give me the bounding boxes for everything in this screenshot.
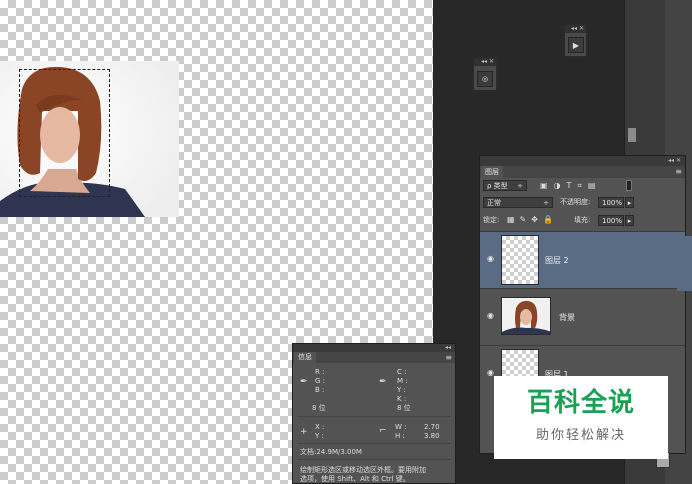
divider xyxy=(297,459,451,460)
background-panel-sliver xyxy=(677,236,692,291)
document-size: 文档:24.9M/3.00M xyxy=(300,448,362,456)
layer-filter-icons[interactable]: ▣◑T⌗▤ xyxy=(540,180,640,191)
panel-header: ◂◂ xyxy=(293,344,455,352)
layer-row[interactable]: ◉ 背景 xyxy=(480,288,685,345)
eyedropper-icon: ✒ xyxy=(379,377,387,387)
layer-thumbnail xyxy=(501,297,551,335)
chevron-updown-icon: ÷ xyxy=(543,199,549,207)
info-y-coord-label: Y : xyxy=(315,432,324,440)
info-c-label: C : xyxy=(397,368,407,376)
layer-row[interactable]: ◉ 图层 2 xyxy=(480,231,685,288)
fill-input[interactable]: 100% xyxy=(598,215,624,226)
dock-scrollbar[interactable] xyxy=(628,128,636,142)
chevron-updown-icon: ÷ xyxy=(517,182,523,190)
lock-label: 锁定: xyxy=(483,216,500,224)
watermark-title: 百科全说 xyxy=(526,388,635,418)
panel-tab-bar: 图层 ≡ xyxy=(480,166,685,178)
panel-collapse-icon[interactable]: ◂◂ ✕ xyxy=(565,25,586,33)
info-y-label: Y : xyxy=(397,386,406,394)
opacity-input[interactable]: 100% xyxy=(598,197,624,208)
lock-icons[interactable]: ▦✎✥🔒 xyxy=(507,215,567,225)
fill-label: 填充: xyxy=(574,216,591,224)
play-icon[interactable]: ▶ xyxy=(568,37,584,53)
layer-filter-select[interactable]: ρ 类型 ÷ xyxy=(483,180,527,191)
tool-hint-line2: 选项，使用 Shift、Alt 和 Ctrl 键。 xyxy=(300,475,410,483)
info-w-label: W : xyxy=(395,423,407,431)
portrait-thumbnail-image xyxy=(502,300,550,334)
collapsed-actions-panel[interactable]: ◂◂ ✕ ▶ xyxy=(564,24,587,57)
blend-mode-value: 正常 xyxy=(487,199,501,207)
eye-icon[interactable]: ◉ xyxy=(487,312,497,320)
properties-icon[interactable]: ◎ xyxy=(477,71,493,87)
crosshair-icon: + xyxy=(300,427,308,437)
tab-layers[interactable]: 图层 xyxy=(481,166,503,178)
divider xyxy=(297,416,451,417)
info-m-label: M : xyxy=(397,377,408,385)
filter-toggle-switch[interactable] xyxy=(626,180,632,191)
info-h-value: 3.80 xyxy=(424,432,440,440)
blend-mode-select[interactable]: 正常 ÷ xyxy=(483,197,553,208)
layer-name[interactable]: 背景 xyxy=(559,312,575,323)
info-b-label: B : xyxy=(315,386,325,394)
info-r-label: R : xyxy=(315,368,325,376)
info-bit-depth-right: 8 位 xyxy=(397,404,411,412)
tab-info[interactable]: 信息 xyxy=(294,352,316,363)
tool-hint-line1: 绘制矩形选区或移动选区外框。要用附加 xyxy=(300,466,426,474)
panel-menu-icon[interactable]: ≡ xyxy=(445,353,452,362)
info-panel: ◂◂ 信息 ≡ ✒ R : G : B : 8 位 ✒ C : M : Y : … xyxy=(292,343,456,484)
eye-icon[interactable]: ◉ xyxy=(487,255,497,263)
eyedropper-icon: ✒ xyxy=(300,377,308,387)
info-g-label: G : xyxy=(315,377,326,385)
selection-size-icon: ⌐ xyxy=(379,426,387,436)
opacity-dropdown-arrow[interactable]: ▸ xyxy=(625,197,634,208)
panel-collapse-icon[interactable]: ◂◂ ✕ xyxy=(668,157,681,164)
info-bit-depth-left: 8 位 xyxy=(312,404,326,412)
info-x-label: X : xyxy=(315,423,325,431)
fill-dropdown-arrow[interactable]: ▸ xyxy=(625,215,634,226)
divider xyxy=(297,443,451,444)
panel-collapse-icon[interactable]: ◂◂ xyxy=(445,344,451,352)
info-h-label: H : xyxy=(395,432,405,440)
collapsed-tools-panel[interactable]: ◂◂ ✕ ◎ xyxy=(473,57,497,91)
panel-menu-icon[interactable]: ≡ xyxy=(675,167,682,176)
panel-collapse-icon[interactable]: ◂◂ ✕ xyxy=(474,58,496,66)
rectangle-selection-marquee[interactable] xyxy=(19,69,110,197)
layer-filter-label: ρ 类型 xyxy=(487,182,508,190)
layer-name[interactable]: 图层 2 xyxy=(545,255,569,266)
opacity-label: 不透明度: xyxy=(560,198,591,206)
info-k-label: K : xyxy=(397,395,407,403)
panel-tab-bar: 信息 ≡ xyxy=(293,352,455,363)
info-w-value: 2.70 xyxy=(424,423,440,431)
panel-header: ◂◂ ✕ xyxy=(480,156,685,166)
watermark-logo: 百科全说 助你轻松解决 xyxy=(494,376,668,459)
layer-thumbnail xyxy=(501,235,539,285)
watermark-subtitle: 助你轻松解决 xyxy=(535,428,626,443)
